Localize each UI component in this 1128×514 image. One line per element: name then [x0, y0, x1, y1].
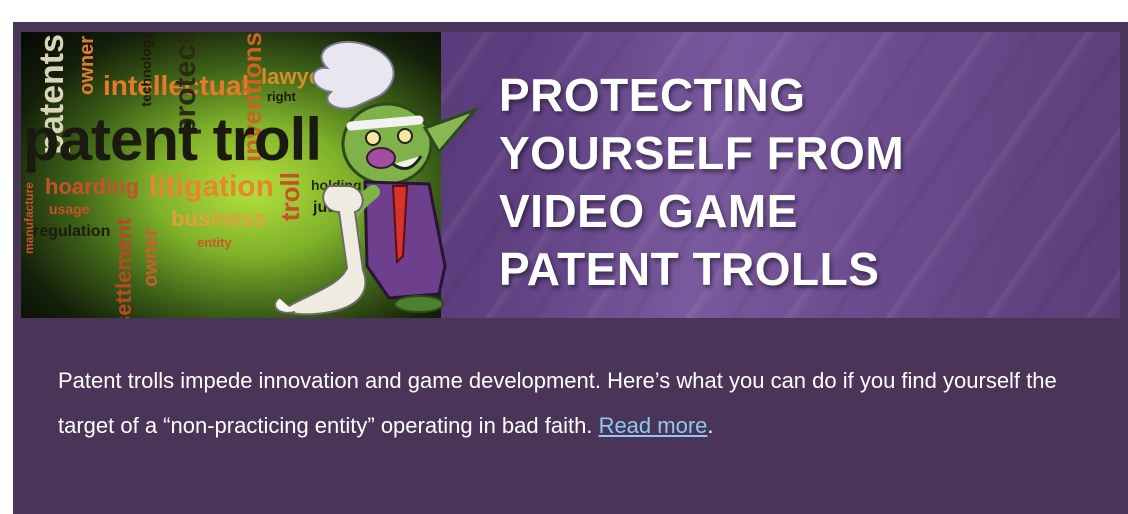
word-cloud-word: manufacture: [22, 182, 36, 255]
word-cloud-word: settlement: [111, 218, 136, 318]
headline-line: PROTECTING: [499, 69, 806, 121]
word-cloud-word: usage: [49, 201, 90, 217]
word-cloud-word: technology: [138, 32, 154, 107]
word-cloud-word: owner: [76, 36, 98, 95]
word-cloud-word: hoarding: [45, 174, 140, 199]
read-more-link[interactable]: Read more: [599, 413, 708, 438]
article-banner-image[interactable]: patents owner intellectual lawyer right …: [21, 32, 1120, 318]
summary-trailing-period: .: [707, 413, 714, 438]
word-cloud-word: business: [171, 206, 267, 231]
headline-line: PATENT TROLLS: [499, 243, 880, 295]
word-cloud-word: litigation: [149, 170, 274, 203]
article-card: patents owner intellectual lawyer right …: [13, 22, 1128, 514]
word-cloud-word: owner: [140, 228, 162, 287]
troll-illustration: [274, 40, 480, 316]
article-summary: Patent trolls impede innovation and game…: [58, 358, 1088, 448]
word-cloud-word: regulation: [33, 223, 111, 240]
headline-line: VIDEO GAME: [499, 185, 798, 237]
banner-headline: PROTECTING YOURSELF FROM VIDEO GAME PATE…: [499, 66, 1059, 298]
word-cloud-word: entity: [197, 235, 232, 250]
article-summary-text: Patent trolls impede innovation and game…: [58, 368, 1057, 438]
headline-line: YOURSELF FROM: [499, 127, 905, 179]
